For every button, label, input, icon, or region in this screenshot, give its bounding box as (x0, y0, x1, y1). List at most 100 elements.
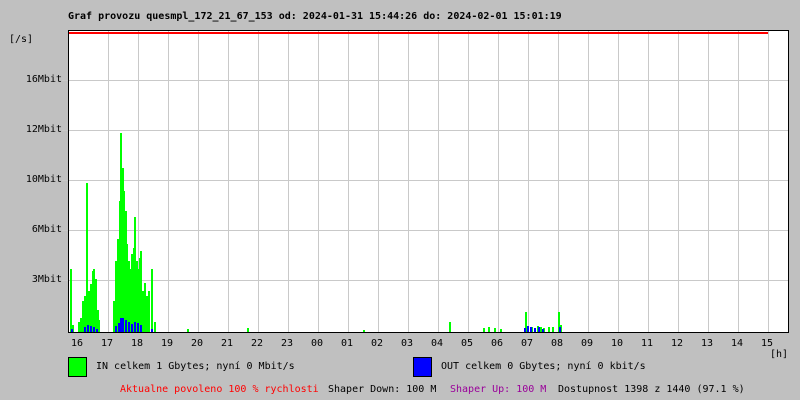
x-axis-unit-label: [h] (770, 349, 788, 361)
out-series-spike (128, 322, 130, 332)
out-series-spike (90, 326, 92, 332)
x-tick-label: 14 (725, 338, 749, 350)
legend-in-label: IN celkem 1 Gbytes; nyní 0 Mbit/s (96, 361, 295, 373)
out-series-spike (530, 327, 532, 332)
grid-v-line (468, 31, 469, 332)
y-axis-tick (62, 230, 68, 231)
x-tick-label: 19 (155, 338, 179, 350)
in-series-spike (154, 322, 156, 332)
grid-v-line (228, 31, 229, 332)
out-series-spike (559, 327, 561, 332)
grid-v-line (168, 31, 169, 332)
out-series-spike (151, 329, 153, 332)
in-series-spike (488, 327, 490, 332)
grid-h-line (69, 180, 788, 181)
y-axis-tick (62, 130, 68, 131)
y-tick-label: 12Mbit (8, 124, 62, 136)
y-axis-tick (62, 80, 68, 81)
out-series-spike (96, 329, 98, 332)
footer-shaper-down: Shaper Down: 100 M (328, 384, 436, 396)
grid-v-line (408, 31, 409, 332)
in-series-spike (494, 328, 496, 332)
in-series-spike (70, 269, 72, 332)
out-series-spike (84, 327, 86, 332)
out-series-spike (140, 325, 142, 332)
shaper-limit-line (69, 32, 768, 34)
grid-v-line (648, 31, 649, 332)
grid-v-line (708, 31, 709, 332)
x-tick-label: 23 (275, 338, 299, 350)
x-tick-label: 06 (485, 338, 509, 350)
y-axis-tick (62, 180, 68, 181)
x-tick-label: 07 (515, 338, 539, 350)
out-series-spike (122, 318, 124, 332)
out-series-spike (134, 322, 136, 332)
grid-h-line (69, 280, 788, 281)
grid-v-line (618, 31, 619, 332)
x-tick-label: 05 (455, 338, 479, 350)
x-tick-label: 00 (305, 338, 329, 350)
in-series-spike (548, 327, 550, 332)
plot-area (68, 30, 789, 333)
x-tick-label: 13 (695, 338, 719, 350)
in-series-spike (98, 320, 100, 332)
x-tick-label: 09 (575, 338, 599, 350)
x-tick-label: 18 (125, 338, 149, 350)
grid-v-line (738, 31, 739, 332)
x-tick-label: 08 (545, 338, 569, 350)
in-series-spike (247, 328, 249, 332)
grid-v-line (258, 31, 259, 332)
legend-in-swatch (68, 357, 87, 377)
in-series-spike (151, 269, 153, 332)
y-axis-tick (62, 280, 68, 281)
x-tick-label: 04 (425, 338, 449, 350)
y-tick-label: 6Mbit (8, 224, 62, 236)
grid-v-line (108, 31, 109, 332)
in-series-spike (187, 329, 189, 332)
x-tick-label: 20 (185, 338, 209, 350)
out-series-spike (115, 326, 117, 332)
grid-v-line (198, 31, 199, 332)
in-series-spike (449, 322, 451, 332)
x-tick-label: 03 (395, 338, 419, 350)
grid-v-line (558, 31, 559, 332)
footer-shaper-up: Shaper Up: 100 M (450, 384, 546, 396)
grid-h-line (69, 130, 788, 131)
out-series-spike (527, 326, 529, 332)
grid-h-line (69, 80, 788, 81)
in-series-spike (483, 328, 485, 332)
out-series-spike (524, 328, 526, 332)
footer-allowed-speed: Aktualne povoleno 100 % rychlosti (120, 384, 319, 396)
out-series-spike (125, 320, 127, 332)
out-series-spike (71, 329, 73, 332)
out-series-spike (93, 327, 95, 332)
grid-h-line (69, 230, 788, 231)
x-tick-label: 01 (335, 338, 359, 350)
grid-v-line (438, 31, 439, 332)
in-series-spike (148, 291, 150, 332)
grid-v-line (378, 31, 379, 332)
y-tick-label: 10Mbit (8, 174, 62, 186)
x-tick-label: 21 (215, 338, 239, 350)
x-tick-label: 17 (95, 338, 119, 350)
grid-v-line (318, 31, 319, 332)
traffic-graph-page: Graf provozu quesmpl_172_21_67_153 od: 2… (0, 0, 800, 400)
y-tick-label: 3Mbit (8, 274, 62, 286)
grid-v-line (588, 31, 589, 332)
legend-out-swatch (413, 357, 432, 377)
grid-v-line (768, 31, 769, 332)
out-series-spike (542, 329, 544, 332)
graph-title: Graf provozu quesmpl_172_21_67_153 od: 2… (68, 11, 562, 23)
x-tick-label: 02 (365, 338, 389, 350)
x-tick-label: 12 (665, 338, 689, 350)
x-tick-label: 16 (65, 338, 89, 350)
out-series-spike (538, 327, 540, 332)
grid-v-line (288, 31, 289, 332)
out-series-spike (137, 323, 139, 332)
grid-v-line (528, 31, 529, 332)
x-tick-label: 11 (635, 338, 659, 350)
x-tick-label: 22 (245, 338, 269, 350)
grid-v-line (498, 31, 499, 332)
out-series-spike (87, 325, 89, 332)
in-series-spike (552, 327, 554, 332)
